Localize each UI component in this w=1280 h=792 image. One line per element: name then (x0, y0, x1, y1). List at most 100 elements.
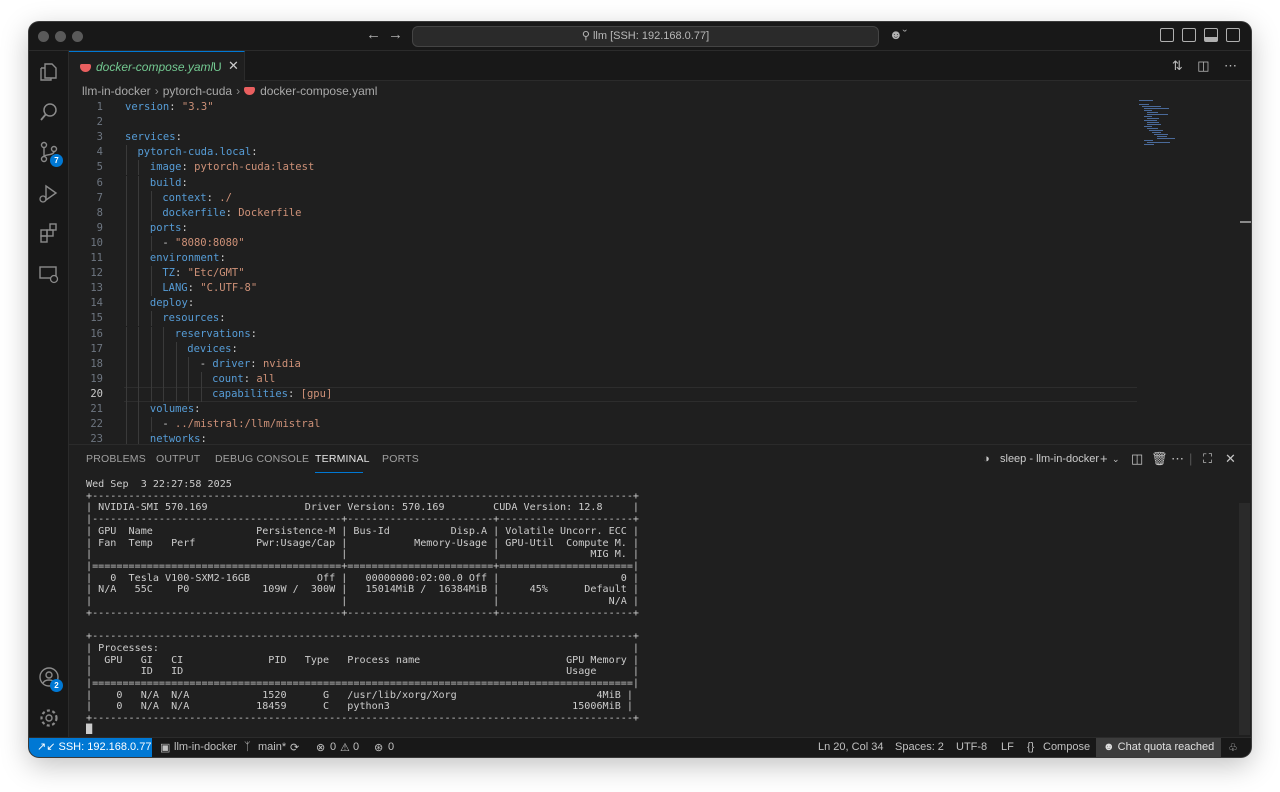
workspace-folder[interactable]: llm-in-docker (174, 741, 237, 753)
trash-icon[interactable]: 🗑 (1151, 451, 1168, 467)
tab-output[interactable]: OUTPUT (156, 453, 200, 465)
activity-bar: 7 2 (29, 51, 69, 737)
code-line[interactable]: 15 resources: (69, 311, 1139, 327)
breadcrumb-file[interactable]: docker-compose.yaml (260, 84, 377, 98)
code-line[interactable]: 2 (69, 115, 1139, 130)
customize-layout-icon[interactable] (1160, 28, 1174, 42)
maximize-panel-icon[interactable]: ⛶ (1203, 451, 1212, 467)
code-line[interactable]: 7 context: ./ (69, 190, 1139, 206)
gear-icon[interactable] (38, 707, 60, 729)
code-line[interactable]: 18 - driver: nvidia (69, 356, 1139, 372)
code-line[interactable]: 21 volumes: (69, 402, 1139, 418)
forward-arrow-icon[interactable]: → (388, 26, 403, 43)
tab-terminal[interactable]: TERMINAL (315, 453, 370, 465)
new-terminal-icon[interactable]: + (1100, 451, 1108, 466)
line-number: 11 (90, 252, 103, 264)
breadcrumb-subfolder[interactable]: pytorch-cuda (163, 84, 232, 98)
indent-guide (150, 266, 152, 282)
code-line[interactable]: 8 dockerfile: Dockerfile (69, 205, 1139, 221)
remote-indicator[interactable]: ↗↙ SSH: 192.168.0.77 (29, 738, 152, 757)
indent-guide (138, 160, 140, 176)
indent-guide (200, 386, 202, 402)
copilot-icon[interactable]: ☻ˇ (889, 27, 907, 42)
code-line[interactable]: 1 version: "3.3" (69, 100, 1139, 115)
tab-problems[interactable]: PROBLEMS (86, 453, 146, 465)
language-mode[interactable]: Compose (1043, 741, 1090, 753)
code-line[interactable]: 17 devices: (69, 341, 1139, 357)
indent-guide (126, 341, 127, 357)
code-line[interactable]: 20 capabilities: [gpu] (69, 386, 1139, 402)
search-icon[interactable] (38, 101, 60, 123)
minimap[interactable] (1139, 100, 1199, 160)
remote-explorer-icon[interactable] (38, 263, 60, 285)
minimap-line (1144, 116, 1152, 117)
sync-icon[interactable]: ⟳ (290, 741, 299, 754)
more-actions-icon[interactable]: ⋯ (1171, 451, 1184, 467)
breadcrumb-folder[interactable]: llm-in-docker (82, 84, 151, 98)
indent-guide (138, 266, 140, 282)
code-line[interactable]: 19 count: all (69, 371, 1139, 387)
zoom-window-button[interactable] (72, 31, 83, 42)
toggle-secondary-sidebar-icon[interactable] (1226, 28, 1240, 42)
cursor-position[interactable]: Ln 20, Col 34 (818, 741, 883, 753)
editor-scrollbar[interactable] (1240, 221, 1251, 223)
more-actions-icon[interactable]: ⋯ (1224, 58, 1237, 73)
line-number: 8 (96, 206, 103, 219)
error-count[interactable]: 0 (330, 741, 336, 753)
tab-docker-compose[interactable]: docker-compose.yaml U ✕ (69, 51, 245, 81)
code-editor[interactable]: 1 version: "3.3" 2 3 services: 4 pytorch-cuda.… (69, 100, 1251, 444)
close-icon[interactable]: ✕ (228, 58, 239, 74)
tab-ports[interactable]: PORTS (382, 453, 419, 465)
code-line[interactable]: 3 services: (69, 130, 1139, 145)
code-line[interactable]: 11 environment: (69, 251, 1139, 267)
minimap-line (1146, 114, 1168, 115)
forwarded-ports-count[interactable]: 0 (388, 741, 394, 753)
encoding[interactable]: UTF-8 (956, 741, 987, 753)
toggle-panel-icon[interactable] (1204, 28, 1218, 42)
code-line[interactable]: 9 ports: (69, 220, 1139, 236)
close-window-button[interactable] (38, 31, 49, 42)
minimize-window-button[interactable] (55, 31, 66, 42)
code-line[interactable]: 4 pytorch-cuda.local: (69, 145, 1139, 161)
bell-icon[interactable]: ♧ (1228, 741, 1238, 754)
code-line[interactable]: 10 - "8080:8080" (69, 235, 1139, 251)
chevron-down-icon[interactable]: ⌄ (1112, 454, 1120, 465)
tab-debug-console[interactable]: DEBUG CONSOLE (215, 453, 309, 465)
minimap-line (1156, 136, 1167, 137)
indentation[interactable]: Spaces: 2 (895, 741, 944, 753)
code-line[interactable]: 5 image: pytorch-cuda:latest (69, 160, 1139, 176)
split-editor-icon[interactable]: ◫ (1197, 58, 1209, 73)
back-arrow-icon[interactable]: ← (366, 26, 381, 43)
terminal-scrollbar[interactable] (1239, 503, 1250, 735)
indent-guide (150, 205, 152, 221)
run-debug-icon[interactable] (38, 182, 60, 204)
indent-guide (126, 251, 127, 267)
toggle-sidebar-icon[interactable] (1182, 28, 1196, 42)
end-of-line[interactable]: LF (1001, 741, 1014, 753)
warning-count[interactable]: 0 (353, 741, 359, 753)
code-line[interactable]: 14 deploy: (69, 296, 1139, 312)
code-line[interactable]: 22 - ../mistral:/llm/mistral (69, 417, 1139, 433)
code-line[interactable]: 6 build: (69, 175, 1139, 191)
code-line[interactable]: 16 reservations: (69, 326, 1139, 342)
indent-guide (126, 296, 127, 312)
extensions-icon[interactable] (38, 222, 60, 244)
terminal-name[interactable]: sleep - llm-in-docker (1000, 453, 1099, 465)
code-line[interactable]: 12 TZ: "Etc/GMT" (69, 266, 1139, 282)
split-terminal-icon[interactable]: ◫ (1131, 451, 1143, 467)
indent-guide (138, 281, 140, 297)
explorer-icon[interactable] (38, 61, 60, 83)
close-panel-icon[interactable]: ✕ (1225, 451, 1236, 467)
code-line[interactable]: 13 LANG: "C.UTF-8" (69, 281, 1139, 297)
chat-quota-status[interactable]: ☻ Chat quota reached (1096, 738, 1221, 757)
code-text: reservations: (174, 327, 257, 340)
command-center[interactable]: ⚲ llm [SSH: 192.168.0.77] (412, 26, 879, 47)
code-text: TZ: "Etc/GMT" (162, 267, 245, 280)
code-line[interactable]: 23 networks: (69, 432, 1139, 444)
git-branch[interactable]: main* (258, 741, 286, 753)
active-tab-indicator (315, 472, 363, 473)
open-changes-icon[interactable]: ⇅ (1172, 58, 1183, 73)
terminal-output[interactable]: Wed Sep 3 22:27:58 2025 +---------------… (86, 479, 1186, 734)
minimap-line (1144, 110, 1152, 111)
error-icon: ⊗ (316, 742, 326, 754)
